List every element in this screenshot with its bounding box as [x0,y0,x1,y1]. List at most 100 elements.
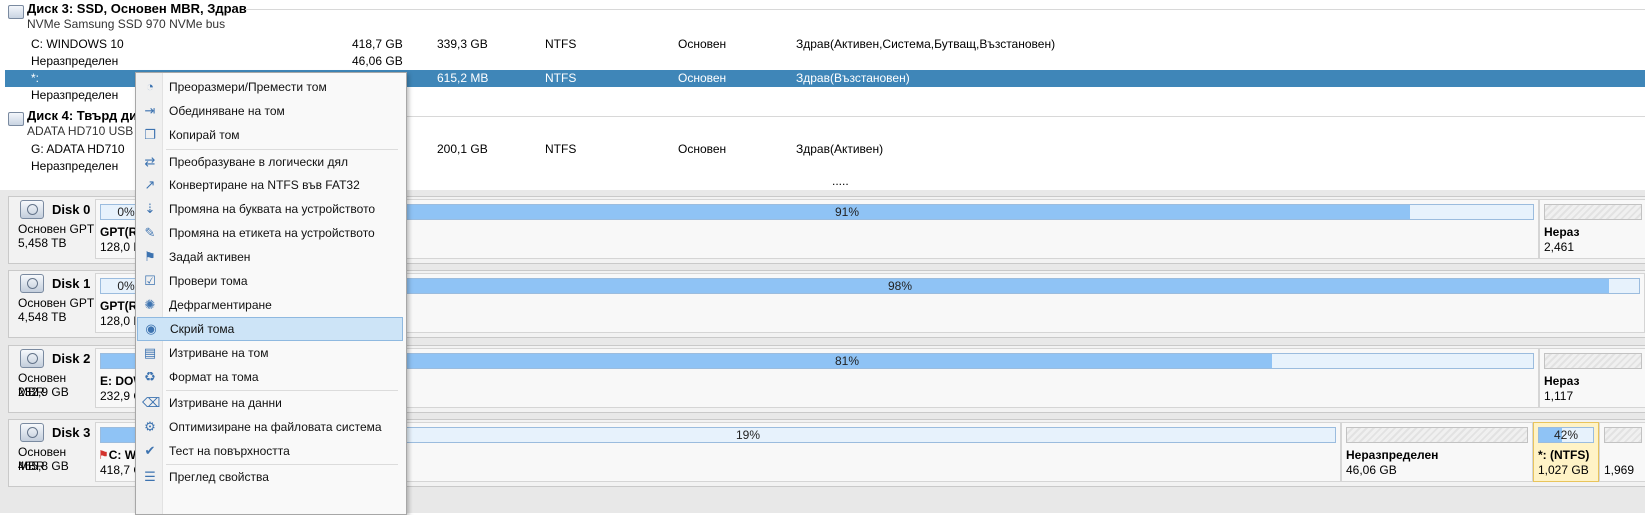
volume-fs: NTFS [545,71,577,85]
flag-icon: ⚑ [144,249,156,264]
divider [245,9,1645,10]
disk-icon [20,200,44,219]
menu-item-merge[interactable]: ⇥ Обединяване на том [137,100,403,122]
disk4-subtitle: ADATA HD710 USB [27,124,134,138]
menu-item-resize[interactable]: ◔ Преоразмери/Премести том [137,76,403,98]
disk-type: Основен GPT [18,296,95,310]
menu-item-label: Изтриване на том [169,346,269,360]
surface-test-icon: ✔ [144,443,156,458]
partition-name: Нераз [1544,374,1580,388]
merge-icon: ⇥ [144,103,156,118]
disk-name: Disk 2 [52,351,91,366]
volume-used: 615,2 MB [437,71,489,85]
menu-item-label: Формат на тома [169,370,259,384]
edit-label-icon: ✎ [144,225,156,240]
menu-item-delete[interactable]: ▤ Изтриване на том [137,342,403,364]
partition-size: 46,06 GB [1346,463,1397,477]
partition-block[interactable]: Нераз 1,117 [1539,348,1645,408]
volume-fs: NTFS [545,142,577,156]
check-icon: ☑ [144,273,156,288]
volume-row[interactable]: C: WINDOWS 10 418,7 GB 339,3 GB NTFS Осн… [5,36,1645,53]
volume-used: 200,1 GB [437,142,488,156]
menu-item-properties[interactable]: ☰ Преглед свойства [137,466,403,488]
volume-capacity: 418,7 GB [352,37,403,51]
disk-type: Основен GPT [18,222,95,236]
menu-item-label: Конвертиране на NTFS във FAT32 [169,178,360,192]
volume-name: Неразпределен [31,159,119,173]
more-indicator: ..... [832,174,849,188]
partition-block[interactable]: Неразпределен 46,06 GB [1341,422,1533,482]
menu-item-hide[interactable]: ◉ Скрий тома [137,317,403,341]
convert-fs-icon: ↗ [144,177,156,192]
menu-item-label: Тест на повърхността [169,444,290,458]
volume-name: Неразпределен [31,88,119,102]
partition-name: Нераз [1544,225,1580,239]
menu-item-label: Преглед свойства [169,470,269,484]
partition-size: 2,461 [1544,240,1575,254]
menu-item-set-active[interactable]: ⚑ Задай активен [137,246,403,268]
menu-item-label: Преобразуване в логически дял [169,155,348,169]
menu-item-drive-letter[interactable]: ⇣ Промяна на буквата на устройството [137,198,403,220]
menu-separator [166,390,398,391]
menu-item-label: Провери тома [169,274,248,288]
volume-row[interactable]: Неразпределен 46,06 GB [5,53,1645,70]
menu-item-label: Копирай том [169,128,240,142]
menu-item-copy[interactable]: ❐ Копирай том [137,124,403,146]
menu-item-label: Оптимизиране на файловата система [169,420,382,434]
disk-size: 4,548 TB [18,310,67,324]
disk-icon [8,5,24,19]
menu-item-label: Задай активен [169,250,251,264]
disk-info[interactable]: Disk 1 Основен GPT 4,548 TB [9,271,95,337]
partition-name: Неразпределен [1346,448,1439,462]
disk-icon [20,349,44,368]
volume-type: Основен [678,142,727,156]
disk-info[interactable]: Disk 3 Основен MBR 465,8 GB [9,420,95,486]
menu-separator [166,149,398,150]
disk-size: 232,9 GB [18,385,69,399]
menu-item-label: Промяна на етикета на устройството [169,226,375,240]
volume-capacity: 46,06 GB [352,54,403,68]
disk-name: Disk 1 [52,276,91,291]
usage-bar: 42% [1538,427,1594,443]
menu-item-label: Промяна на буквата на устройството [169,202,376,216]
volume-name: C: WINDOWS 10 [31,37,124,51]
eraser-icon: ⌫ [142,395,161,410]
optimize-icon: ⚙ [144,419,156,434]
volume-type: Основен [678,71,727,85]
partition-name: *: (NTFS) [1538,448,1590,462]
menu-item-format[interactable]: ♻ Формат на тома [137,366,403,388]
volume-status: Здрав(Активен,Система,Бутващ,Възстановен… [796,37,1056,51]
menu-item-convert-fs[interactable]: ↗ Конвертиране на NTFS във FAT32 [137,174,403,196]
disk-info[interactable]: Disk 2 Основен MBR 232,9 GB [9,346,95,412]
disk3-header[interactable]: Диск 3: SSD, Основен MBR, Здрав NVMe Sam… [0,0,1645,31]
menu-item-edit-label[interactable]: ✎ Промяна на етикета на устройството [137,222,403,244]
partition-block[interactable]: 1,969 [1599,422,1645,482]
properties-icon: ☰ [144,469,156,484]
volume-type: Основен [678,37,727,51]
partition-name-row: ⚑C: W [98,448,136,462]
partition-name: C: W [108,448,137,462]
partition-block-selected[interactable]: 42% *: (NTFS) 1,027 GB [1533,422,1599,482]
volume-status: Здрав(Активен) [796,142,884,156]
defrag-icon: ✺ [144,297,156,312]
context-menu: ◔ Преоразмери/Премести том ⇥ Обединяване н… [135,72,407,515]
menu-item-wipe[interactable]: ⌫ Изтриване на данни [137,392,403,414]
volume-name: G: ADATA HD710 [31,142,125,156]
menu-item-optimize[interactable]: ⚙ Оптимизиране на файловата система [137,416,403,438]
menu-separator [166,464,398,465]
menu-item-surface-test[interactable]: ✔ Тест на повърхността [137,440,403,462]
disk-info[interactable]: Disk 0 Основен GPT 5,458 TB [9,197,95,263]
eye-hide-icon: ◉ [145,321,157,336]
format-icon: ♻ [144,369,156,384]
menu-item-label: Дефрагментиране [169,298,272,312]
menu-item-defrag[interactable]: ✺ Дефрагментиране [137,294,403,316]
partition-block[interactable]: Нераз 2,461 [1539,199,1645,259]
volume-name: *: [31,71,40,85]
menu-item-check[interactable]: ☑ Провери тома [137,270,403,292]
menu-item-convert-logical[interactable]: ⇄ Преобразуване в логически дял [137,151,403,173]
partition-size: 1,969 [1604,463,1635,477]
volume-used: 339,3 GB [437,37,488,51]
volume-fs: NTFS [545,37,577,51]
volume-name: Неразпределен [31,54,119,68]
disk-icon [20,274,44,293]
